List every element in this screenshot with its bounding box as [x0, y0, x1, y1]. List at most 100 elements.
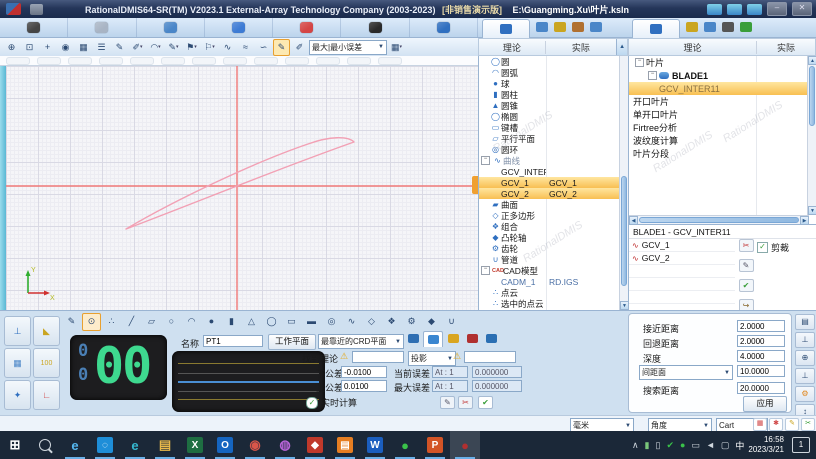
feature-tab-cube[interactable]: [536, 19, 548, 37]
tray-card-icon[interactable]: ▭: [691, 440, 700, 451]
toolbar-curve-pen-2-button[interactable]: ✐▾: [129, 39, 146, 56]
feature-item-GCV_INTER1[interactable]: GCV_INTER1: [479, 166, 620, 177]
feature-item-球[interactable]: ● 球: [479, 78, 620, 89]
apply-button[interactable]: 应用: [743, 396, 787, 412]
toolbar-arc-tool-button[interactable]: ◠▾: [147, 39, 164, 56]
blade-item-叶片分段[interactable]: 叶片分段: [629, 147, 809, 160]
projection-combo[interactable]: 投影 ▼: [408, 351, 456, 366]
geom-polygon-button[interactable]: ◇: [362, 313, 381, 331]
ribbon-tab-document[interactable]: [68, 18, 137, 37]
taskbar-doc-search[interactable]: ▤: [330, 431, 360, 459]
param-间距面-input[interactable]: [737, 365, 785, 377]
geom-combine-button[interactable]: ❖: [382, 313, 401, 331]
probe-blue-icon[interactable]: ⊥: [795, 332, 815, 348]
feature-item-齿轮[interactable]: ⚙ 齿轮: [479, 243, 620, 254]
trim-checkbox[interactable]: ✓ 剪裁: [757, 241, 789, 254]
geom-line-button[interactable]: ╱: [122, 313, 141, 331]
screen-tab[interactable]: [482, 331, 500, 346]
blade-item-GCV_INTER11[interactable]: GCV_INTER11: [629, 82, 809, 95]
detail-row-GCV_1[interactable]: ∿ GCV_1: [629, 239, 735, 252]
ribbon-tab-display-window[interactable]: [137, 18, 205, 37]
feature-item-圆锥[interactable]: ▲ 圆锥: [479, 100, 620, 111]
toolbar-brush-active-button[interactable]: ✎: [273, 38, 290, 56]
toolbar-wave-3-button[interactable]: ∽: [255, 39, 272, 56]
erase-icon[interactable]: ✂: [458, 396, 473, 409]
tray-ime-icon[interactable]: 中: [735, 439, 744, 452]
toolbar-zoom-fit-button[interactable]: ⊕: [3, 39, 20, 56]
blade-tab-camera[interactable]: [722, 19, 734, 37]
ribbon-tab-history-clock[interactable]: [410, 18, 478, 37]
scroll-down-button[interactable]: ▼: [620, 301, 628, 310]
tray-volume-icon[interactable]: ◄: [706, 440, 715, 450]
taskbar-planet-app[interactable]: ◍: [270, 431, 300, 459]
toolbar-wave-1-button[interactable]: ∿: [219, 39, 236, 56]
erase-curve-icon[interactable]: ✂: [738, 239, 754, 252]
start-button[interactable]: ⊞: [0, 431, 30, 459]
tray-usb-icon[interactable]: ▯: [656, 440, 661, 451]
feature-tab-screen[interactable]: [590, 19, 602, 37]
actual-column-header[interactable]: 实际: [544, 40, 617, 54]
geom-camshaft-button[interactable]: ◆: [422, 313, 441, 331]
toolbar-wave-2-button[interactable]: ≈: [237, 39, 254, 56]
feature-item-CAD模型[interactable]: − CAD CAD模型: [479, 265, 620, 276]
ribbon-tab-probe-device[interactable]: [0, 18, 69, 37]
feature-item-GCV_1[interactable]: GCV_1 GCV_1: [479, 177, 620, 188]
taskbar-rationaldmis-app[interactable]: ●: [450, 431, 480, 459]
scroll-up-button[interactable]: ▲: [616, 39, 627, 55]
tray-network-icon[interactable]: ▢: [721, 440, 730, 451]
feature-item-选中的点云[interactable]: ∴ 选中的点云: [479, 298, 620, 309]
zoom-tool-icon[interactable]: ⊕: [795, 350, 815, 366]
taskbar-outlook[interactable]: O: [210, 431, 240, 459]
taskbar-explorer[interactable]: ▤: [150, 431, 180, 459]
taskbar-shield-360[interactable]: ◆: [300, 431, 330, 459]
magnet-tab[interactable]: [463, 331, 481, 346]
toolbar-flag-tool-button[interactable]: ⚑▾: [183, 39, 200, 56]
feature-tree-scrollbar[interactable]: ▼: [619, 56, 628, 310]
blade-tab-filter-green[interactable]: [740, 19, 752, 37]
probe-star-icon[interactable]: ✦: [4, 380, 31, 410]
geom-point-set-button[interactable]: ∴: [102, 313, 121, 331]
theory-column-header[interactable]: 理论: [629, 41, 756, 54]
close-button[interactable]: ✕: [792, 2, 812, 16]
axes-tool-icon[interactable]: ∟: [33, 380, 60, 410]
toolbar-zoom-window-button[interactable]: ⊡: [21, 39, 38, 56]
taskbar-edge[interactable]: e: [120, 431, 150, 459]
toolbar-pan-hand-button[interactable]: +: [39, 39, 56, 56]
minimize-button[interactable]: –: [767, 2, 787, 16]
feature-item-凸轮轴[interactable]: ◆ 凸轮轴: [479, 232, 620, 243]
scroll-up-button[interactable]: ▲: [808, 56, 816, 65]
collapse-box-icon[interactable]: −: [635, 58, 644, 67]
clock[interactable]: 16:58 2023/3/21: [748, 435, 784, 455]
lower-tol-input[interactable]: [341, 366, 387, 378]
geom-curve-button[interactable]: ∿: [342, 313, 361, 331]
feature-item-GCV_2[interactable]: GCV_2 GCV_2: [479, 188, 620, 199]
ribbon-tab-color-wheel[interactable]: [273, 18, 342, 37]
toolbar-pen-tool-button[interactable]: ✎▾: [165, 39, 182, 56]
ribbon-tab-data-transfer[interactable]: [205, 18, 274, 37]
blade-tree-hscrollbar[interactable]: ◀ ▶: [629, 215, 809, 225]
feature-item-圆柱[interactable]: ▮ 圆柱: [479, 89, 620, 100]
feature-item-曲线[interactable]: − ∿ 曲线: [479, 155, 620, 166]
blade-tab-walker[interactable]: [686, 19, 698, 37]
trim-scissors-icon[interactable]: ✂: [801, 418, 815, 431]
feature-item-组合[interactable]: ❖ 组合: [479, 221, 620, 232]
tray-wechat-icon[interactable]: ●: [680, 440, 685, 450]
graph-tab[interactable]: [423, 331, 443, 347]
probe-2-icon[interactable]: ⊥: [795, 368, 815, 384]
feature-item-正多边形[interactable]: ◇ 正多边形: [479, 210, 620, 221]
taskbar-comm-app[interactable]: ◌: [90, 431, 120, 459]
geom-torus-button[interactable]: ◎: [322, 313, 341, 331]
realtime-checkbox-box[interactable]: ✓: [306, 396, 318, 409]
taskbar-word[interactable]: W: [360, 431, 390, 459]
feature-item-圆环[interactable]: ◎ 圆环: [479, 144, 620, 155]
geom-arc-button[interactable]: ◠: [182, 313, 201, 331]
ruler-tool-icon[interactable]: ◣: [33, 316, 60, 346]
taskbar-chrome[interactable]: ◉: [240, 431, 270, 459]
toolbar-view-eye-button[interactable]: ◉: [57, 39, 74, 56]
taskbar-ie[interactable]: e: [60, 431, 90, 459]
edit-curve-icon[interactable]: ✎: [738, 259, 754, 272]
feature-item-管道[interactable]: ∪ 管道: [479, 254, 620, 265]
param-回退距离-input[interactable]: [737, 335, 785, 347]
tolerance-chart-icon[interactable]: ▦: [753, 418, 767, 431]
geom-pointer-edit-button[interactable]: ✎: [62, 313, 81, 331]
